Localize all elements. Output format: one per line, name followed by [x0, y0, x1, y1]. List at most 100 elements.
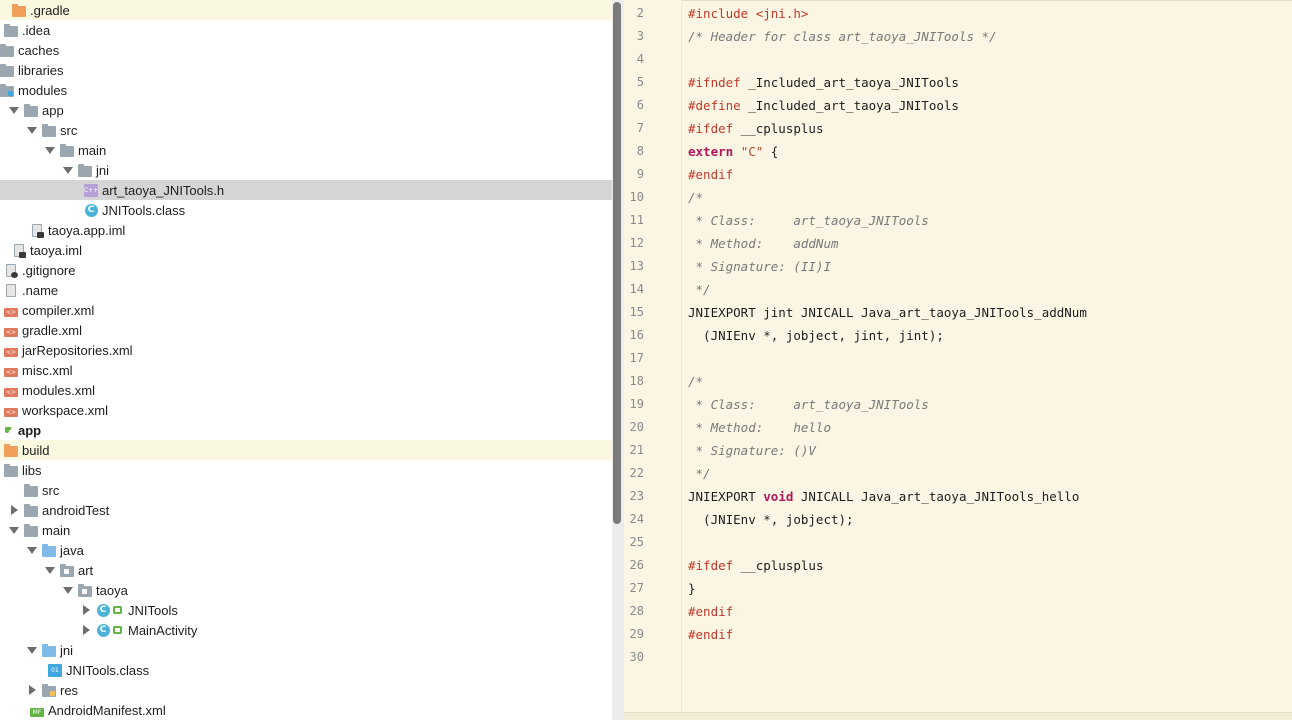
- expand-arrow-icon[interactable]: [44, 560, 56, 580]
- tree-item[interactable]: .gitignore: [0, 260, 612, 280]
- code-line[interactable]: * Signature: (II)I: [688, 255, 831, 278]
- code-line[interactable]: /*: [688, 370, 703, 393]
- tree-item-label: jni: [96, 162, 110, 178]
- tree-item[interactable]: build: [0, 440, 612, 460]
- tree-item[interactable]: art: [0, 560, 612, 580]
- code-line[interactable]: */: [688, 462, 711, 485]
- code-line[interactable]: JNIEXPORT void JNICALL Java_art_taoya_JN…: [688, 485, 1079, 508]
- expand-arrow-icon[interactable]: [26, 540, 38, 560]
- folder-icon: [0, 43, 14, 57]
- collapse-arrow-icon[interactable]: [80, 620, 92, 640]
- code-token: * Method: addNum: [688, 236, 839, 251]
- tree-item[interactable]: C JNITools: [0, 600, 612, 620]
- code-line[interactable]: #endif: [688, 163, 733, 186]
- tree-item[interactable]: <> gradle.xml: [0, 320, 612, 340]
- tree-item-label: build: [22, 442, 50, 458]
- tree-item[interactable]: <> misc.xml: [0, 360, 612, 380]
- package-icon: [60, 563, 74, 577]
- code-token: _Included_art_taoya_JNITools: [740, 98, 959, 113]
- tree-item[interactable]: androidTest: [0, 500, 612, 520]
- tree-item-label: .gitignore: [22, 262, 76, 278]
- expand-arrow-icon[interactable]: [62, 580, 74, 600]
- tree-item[interactable]: src: [0, 480, 612, 500]
- tree-item[interactable]: jni: [0, 160, 612, 180]
- code-token: JNICALL Java_art_taoya_JNITools_hello: [793, 489, 1080, 504]
- tree-item[interactable]: C JNITools.class: [0, 200, 612, 220]
- code-line[interactable]: extern "C" {: [688, 140, 778, 163]
- code-line[interactable]: * Method: hello: [688, 416, 831, 439]
- tree-item[interactable]: modules: [0, 80, 612, 100]
- tree-item-label: .gradle: [30, 2, 70, 18]
- tree-item-label: modules.xml: [22, 382, 95, 398]
- code-line[interactable]: /*: [688, 186, 703, 209]
- code-token: extern: [688, 144, 734, 159]
- code-line[interactable]: (JNIEnv *, jobject, jint, jint);: [688, 324, 944, 347]
- tree-item[interactable]: libs: [0, 460, 612, 480]
- tree-item[interactable]: taoya: [0, 580, 612, 600]
- expand-arrow-icon[interactable]: [26, 640, 38, 660]
- code-line[interactable]: #ifdef __cplusplus: [688, 554, 823, 577]
- tree-item-label: res: [60, 682, 79, 698]
- tree-item[interactable]: src: [0, 120, 612, 140]
- code-token: __cplusplus: [733, 558, 824, 573]
- code-line[interactable]: * Class: art_taoya_JNITools: [688, 209, 929, 232]
- code-line[interactable]: #endif: [688, 623, 733, 646]
- code-token: #endif: [688, 604, 734, 619]
- code-line[interactable]: #endif: [688, 600, 733, 623]
- code-line[interactable]: }: [688, 577, 696, 600]
- code-line[interactable]: JNIEXPORT jint JNICALL Java_art_taoya_JN…: [688, 301, 1087, 324]
- tree-item[interactable]: main: [0, 520, 612, 540]
- tree-item[interactable]: <> modules.xml: [0, 380, 612, 400]
- code-token: JNIEXPORT: [688, 489, 764, 504]
- collapse-arrow-icon[interactable]: [8, 500, 20, 520]
- tree-item[interactable]: java: [0, 540, 612, 560]
- tree-item-label: .name: [22, 282, 59, 298]
- line-number: 22: [629, 466, 644, 480]
- expand-arrow-icon[interactable]: [62, 160, 74, 180]
- expand-arrow-icon[interactable]: [44, 140, 56, 160]
- tree-item[interactable]: taoya.iml: [0, 240, 612, 260]
- tree-item[interactable]: <> workspace.xml: [0, 400, 612, 420]
- line-number: 21: [629, 443, 644, 457]
- tree-item[interactable]: res: [0, 680, 612, 700]
- tree-item[interactable]: app: [0, 420, 612, 440]
- expand-arrow-icon[interactable]: [8, 100, 20, 120]
- tree-item-label: java: [60, 542, 84, 558]
- collapse-arrow-icon[interactable]: [80, 600, 92, 620]
- tree-item[interactable]: taoya.app.iml: [0, 220, 612, 240]
- tree-item[interactable]: jni: [0, 640, 612, 660]
- code-line[interactable]: #ifdef __cplusplus: [688, 117, 823, 140]
- tree-item[interactable]: libraries: [0, 60, 612, 80]
- code-line[interactable]: #include <jni.h>: [688, 2, 808, 25]
- tree-item[interactable]: 01 JNITools.class: [0, 660, 612, 680]
- tree-item[interactable]: caches: [0, 40, 612, 60]
- expand-arrow-icon[interactable]: [8, 520, 20, 540]
- tree-scrollbar-thumb[interactable]: [613, 2, 621, 524]
- line-number: 18: [629, 374, 644, 388]
- xml-file-icon: <>: [4, 387, 18, 397]
- class-icon: C: [96, 623, 110, 637]
- tree-item[interactable]: C++ art_taoya_JNITools.h: [0, 180, 612, 200]
- code-line[interactable]: * Class: art_taoya_JNITools: [688, 393, 929, 416]
- tree-item[interactable]: <> compiler.xml: [0, 300, 612, 320]
- code-line[interactable]: * Method: addNum: [688, 232, 839, 255]
- tree-item[interactable]: main: [0, 140, 612, 160]
- tree-item[interactable]: .idea: [0, 20, 612, 40]
- code-line[interactable]: #ifndef _Included_art_taoya_JNITools: [688, 71, 959, 94]
- code-line[interactable]: * Signature: ()V: [688, 439, 816, 462]
- tree-item[interactable]: app: [0, 100, 612, 120]
- code-line[interactable]: /* Header for class art_taoya_JNITools *…: [688, 25, 997, 48]
- tree-item[interactable]: MF AndroidManifest.xml: [0, 700, 612, 720]
- tree-item[interactable]: C MainActivity: [0, 620, 612, 640]
- code-editor[interactable]: 2 3 4 5 6 7 8 9 10 11 12 13 14 15 16 17 18 19 20 21 22 23 24 25…: [624, 0, 1292, 720]
- expand-arrow-icon[interactable]: [26, 120, 38, 140]
- folder-icon: [24, 103, 38, 117]
- code-line[interactable]: */: [688, 278, 711, 301]
- tree-item[interactable]: <> jarRepositories.xml: [0, 340, 612, 360]
- tree-item-label: taoya: [96, 582, 128, 598]
- tree-item[interactable]: .gradle: [0, 0, 612, 20]
- tree-item[interactable]: .name: [0, 280, 612, 300]
- collapse-arrow-icon[interactable]: [26, 680, 38, 700]
- code-line[interactable]: (JNIEnv *, jobject);: [688, 508, 854, 531]
- code-line[interactable]: #define _Included_art_taoya_JNITools: [688, 94, 959, 117]
